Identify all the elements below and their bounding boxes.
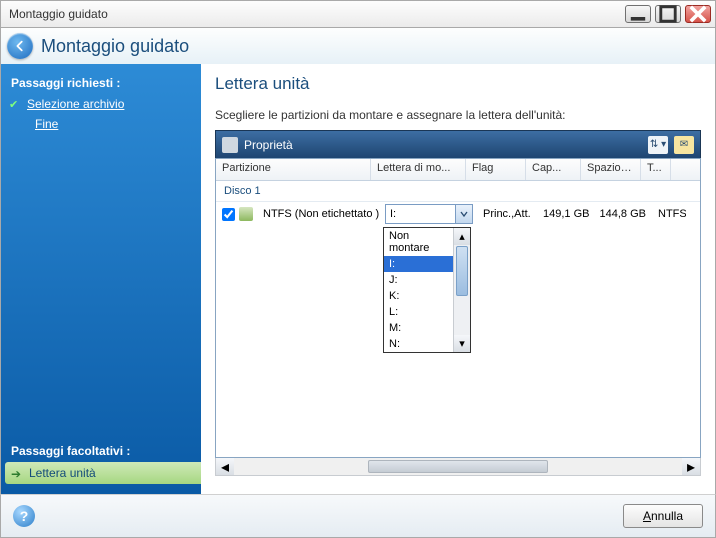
- help-button[interactable]: ?: [13, 505, 35, 527]
- partition-grid: Partizione Lettera di mo... Flag Cap... …: [215, 158, 701, 458]
- disk-group: Disco 1: [216, 181, 700, 202]
- horizontal-scrollbar[interactable]: ◂ ▸: [215, 458, 701, 476]
- required-steps-title: Passaggi richiesti :: [1, 72, 201, 94]
- partition-checkbox[interactable]: [222, 208, 235, 221]
- step-link[interactable]: Fine: [35, 117, 58, 131]
- drive-letter-combo[interactable]: I:: [385, 204, 473, 224]
- cancel-key: A: [643, 509, 651, 523]
- step-fine[interactable]: Fine: [1, 114, 201, 134]
- scroll-thumb[interactable]: [368, 460, 547, 473]
- optional-steps-title: Passaggi facoltativi :: [1, 440, 201, 462]
- step-selezione-archivio[interactable]: ✔ Selezione archivio: [1, 94, 201, 114]
- scroll-down-icon[interactable]: ▾: [454, 335, 470, 352]
- col-capacity[interactable]: Cap...: [526, 159, 581, 180]
- wizard-content: Lettera unità Scegliere le partizioni da…: [201, 64, 715, 494]
- instruction-text: Scegliere le partizioni da montare e ass…: [215, 108, 701, 122]
- maximize-button[interactable]: [655, 5, 681, 23]
- col-partition[interactable]: Partizione: [216, 159, 371, 180]
- chevron-down-icon[interactable]: [455, 205, 472, 223]
- dd-option-n[interactable]: N:: [384, 336, 453, 352]
- grid-header: Partizione Lettera di mo... Flag Cap... …: [216, 159, 700, 181]
- step-lettera-unita[interactable]: ➔ Lettera unità: [5, 462, 201, 484]
- arrow-right-icon: ➔: [11, 467, 21, 481]
- dd-option-nomount[interactable]: Non montare: [384, 228, 453, 256]
- dd-option-m[interactable]: M:: [384, 320, 453, 336]
- scroll-right-icon[interactable]: ▸: [682, 458, 700, 475]
- properties-icon: [222, 137, 238, 153]
- properties-button[interactable]: Proprietà: [244, 138, 293, 152]
- step-link[interactable]: Selezione archivio: [27, 97, 124, 111]
- scroll-track[interactable]: [234, 458, 682, 475]
- toolbar-view-button[interactable]: ⇅ ▾: [648, 136, 668, 154]
- partition-capacity: 149,1 GB: [537, 206, 592, 222]
- grid-toolbar: Proprietà ⇅ ▾ ✉: [215, 130, 701, 158]
- col-type[interactable]: T...: [641, 159, 671, 180]
- close-button[interactable]: [685, 5, 711, 23]
- minimize-button[interactable]: [625, 5, 651, 23]
- table-row: NTFS (Non etichettato ) (C:) I: Princ.,A…: [216, 202, 700, 226]
- drive-letter-dropdown[interactable]: Non montare I: J: K: L: M: N: ▴ ▾: [383, 227, 471, 353]
- combo-value: I:: [386, 208, 455, 220]
- partition-name: NTFS (Non etichettato ) (C:): [257, 206, 382, 222]
- dd-option-j[interactable]: J:: [384, 272, 453, 288]
- col-flag[interactable]: Flag: [466, 159, 526, 180]
- partition-free: 144,8 GB: [592, 206, 652, 222]
- window-titlebar: Montaggio guidato: [0, 0, 716, 28]
- scroll-up-icon[interactable]: ▴: [454, 228, 470, 245]
- checkmark-icon: ✔: [9, 98, 18, 111]
- toolbar-new-button[interactable]: ✉: [674, 136, 694, 154]
- dd-option-k[interactable]: K:: [384, 288, 453, 304]
- disk-icon: [239, 207, 253, 221]
- partition-type: NTFS: [652, 206, 686, 222]
- dd-option-i[interactable]: I:: [384, 256, 453, 272]
- scroll-left-icon[interactable]: ◂: [216, 458, 234, 475]
- wizard-footer: ? Annulla: [0, 494, 716, 538]
- cancel-button[interactable]: Annulla: [623, 504, 703, 528]
- wizard-title: Montaggio guidato: [41, 36, 189, 57]
- cancel-rest: nnulla: [651, 509, 683, 523]
- dropdown-scrollbar[interactable]: ▴ ▾: [453, 228, 470, 352]
- page-title: Lettera unità: [215, 74, 701, 94]
- wizard-header: Montaggio guidato: [0, 28, 716, 64]
- wizard-sidebar: Passaggi richiesti : ✔ Selezione archivi…: [1, 64, 201, 494]
- active-step-label: Lettera unità: [29, 466, 96, 480]
- scroll-thumb[interactable]: [456, 246, 468, 296]
- col-letter[interactable]: Lettera di mo...: [371, 159, 466, 180]
- dd-option-l[interactable]: L:: [384, 304, 453, 320]
- window-title: Montaggio guidato: [9, 7, 625, 21]
- col-free[interactable]: Spazio l...: [581, 159, 641, 180]
- back-button[interactable]: [7, 33, 33, 59]
- partition-flag: Princ.,Att.: [477, 206, 537, 222]
